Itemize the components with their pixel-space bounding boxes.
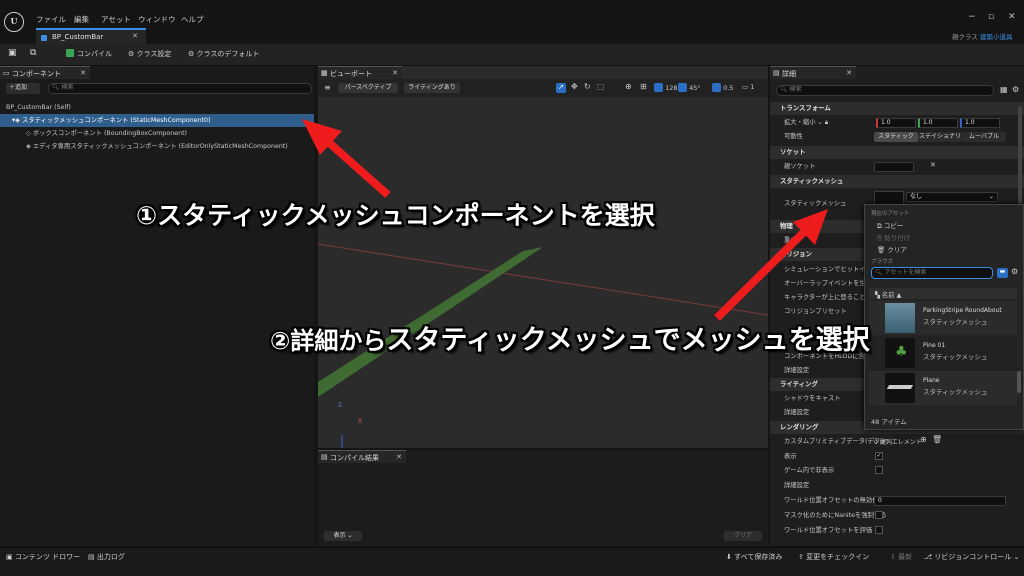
arrow-1-shaft	[323, 137, 391, 198]
arrow-2-shaft	[714, 229, 807, 321]
annotation-arrows	[302, 119, 828, 321]
annotation-step-2-part-a: ②詳細から	[270, 327, 387, 355]
annotation-step-1: ①スタティックメッシュコンポーネントを選択	[136, 201, 655, 230]
annotation-step-2-part-b: スタティックメッシュで	[386, 325, 681, 356]
annotation-step-2: ②詳細からスタティックメッシュでメッシュを選択	[270, 318, 870, 357]
annotation-step-2-part-c: メッシュを選択	[680, 325, 870, 356]
